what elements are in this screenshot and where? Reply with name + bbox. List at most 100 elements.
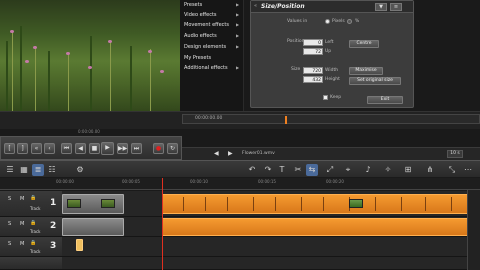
track-lane-3[interactable] — [62, 237, 480, 257]
percent-radio[interactable] — [347, 19, 352, 24]
grass-blade — [130, 46, 132, 111]
fast-forward-icon[interactable]: ▶▶ — [117, 143, 128, 154]
track-header-3[interactable]: S M 🔒 Track 3 — [0, 237, 62, 257]
menu-item-video-effects[interactable]: Video effects — [184, 12, 217, 18]
flower-stem — [35, 46, 36, 111]
menu-item-my-presets[interactable]: My Presets — [184, 55, 211, 61]
menu-item-presets[interactable]: Presets — [184, 2, 202, 8]
play-button[interactable]: ▶ — [101, 142, 114, 155]
audio-clip-selected[interactable] — [162, 218, 472, 236]
exit-button[interactable]: Exit — [367, 96, 403, 104]
top-input[interactable]: 72 — [303, 48, 323, 55]
dropdown-icon[interactable]: ▼ — [375, 3, 387, 11]
segment-divider — [227, 197, 228, 211]
menu-item-movement-effects[interactable]: Movement effects — [184, 22, 229, 28]
record-button[interactable]: ● — [153, 143, 164, 154]
effects-icon[interactable]: ✧ — [382, 164, 394, 176]
scrubber-bar[interactable] — [182, 114, 480, 124]
flower — [108, 40, 112, 43]
redo-icon[interactable]: ↷ — [262, 164, 274, 176]
text-icon[interactable]: T — [276, 164, 288, 176]
rewind-icon[interactable]: ◀ — [75, 143, 86, 154]
menu-item-audio-effects[interactable]: Audio effects — [184, 33, 217, 39]
mute-button[interactable]: M — [20, 241, 24, 247]
arrow-left-icon[interactable]: ◀ — [214, 150, 219, 157]
flower — [160, 70, 164, 73]
track-lane-2[interactable] — [62, 217, 480, 237]
audio-clip[interactable] — [62, 218, 124, 236]
video-clip[interactable] — [62, 194, 124, 214]
menu-item-design-elements[interactable]: Design elements — [184, 44, 226, 50]
settings-icon[interactable]: ⚙ — [74, 164, 86, 176]
track-header-2[interactable]: S M 🔒 Track 2 — [0, 217, 62, 237]
trim-icon[interactable]: ⤢ — [324, 164, 336, 176]
split-icon[interactable]: ⋔ — [424, 164, 436, 176]
track-lane-4[interactable] — [62, 257, 480, 270]
mute-button[interactable]: M — [20, 196, 24, 202]
scrubber-cursor[interactable] — [285, 116, 287, 124]
stop-icon[interactable]: ■ — [89, 143, 100, 154]
flower-stem — [150, 49, 151, 111]
video-preview[interactable] — [0, 0, 180, 111]
presets-menu: Presets ▶ Video effects ▶ Movement effec… — [180, 0, 244, 111]
height-input[interactable]: 432 — [303, 76, 323, 83]
grass-blade — [48, 51, 50, 111]
solo-button[interactable]: S — [8, 196, 11, 202]
tracks-icon[interactable]: ☰ — [4, 164, 16, 176]
video-clip-selected[interactable] — [162, 194, 472, 214]
skip-start-icon[interactable]: ⏮ — [61, 143, 72, 154]
storyboard-icon[interactable]: ▦ — [18, 164, 30, 176]
audio-icon[interactable]: ♪ — [362, 164, 374, 176]
prev-marker-icon[interactable]: « — [31, 143, 42, 154]
ruler-label: 00:00:10 — [190, 179, 208, 184]
left-input[interactable]: 0 — [303, 39, 323, 46]
out-point-icon[interactable]: ] — [17, 143, 28, 154]
pixels-radio[interactable] — [325, 19, 330, 24]
track-header-1[interactable]: S M 🔒 Track 1 — [0, 191, 62, 217]
ruler-label: 00:00:20 — [326, 179, 344, 184]
lock-icon[interactable]: 🔒 — [30, 240, 36, 246]
menu-icon[interactable]: ≡ — [390, 3, 402, 11]
in-point-icon[interactable]: [ — [4, 143, 15, 154]
more-icon[interactable]: ⋯ — [462, 164, 474, 176]
track-header-4[interactable] — [0, 257, 62, 270]
mouse-mode-icon[interactable]: ⇆ — [306, 164, 318, 176]
timeline-scrollbar[interactable] — [467, 190, 480, 270]
set-original-size-button[interactable]: Set original size — [349, 77, 401, 85]
expand-icon[interactable]: « — [254, 3, 257, 9]
title-clip[interactable] — [76, 239, 83, 251]
timecode-display: 0:00:00.00 — [78, 129, 100, 134]
track-number: 3 — [50, 241, 57, 251]
keep-checkbox[interactable] — [323, 95, 328, 100]
snap-icon[interactable]: ⊞ — [402, 164, 414, 176]
track-lane-1[interactable] — [62, 191, 480, 217]
lock-icon[interactable]: 🔒 — [30, 220, 36, 226]
flower — [33, 46, 37, 49]
cut-icon[interactable]: ✂ — [292, 164, 304, 176]
zoom-level[interactable]: 10 s — [447, 150, 463, 158]
centre-button[interactable]: Centre — [349, 40, 379, 48]
skip-back-icon[interactable]: ‹ — [44, 143, 55, 154]
timeline-view-icon[interactable]: ≣ — [32, 164, 44, 176]
playhead[interactable] — [162, 178, 163, 270]
project-name: Flower01.wmv — [242, 151, 275, 156]
list-view-icon[interactable]: ☷ — [46, 164, 58, 176]
segment-divider — [253, 197, 254, 211]
arrow-right-icon[interactable]: ▶ — [228, 150, 233, 157]
maximise-button[interactable]: Maximise — [349, 67, 383, 75]
expand-icon[interactable]: ⤡ — [446, 164, 458, 176]
solo-button[interactable]: S — [8, 221, 11, 227]
width-input[interactable]: 720 — [303, 67, 323, 74]
navigation-bar: ◀ ▶ Flower01.wmv — [182, 147, 480, 160]
solo-button[interactable]: S — [8, 241, 11, 247]
loop-icon[interactable]: ↻ — [167, 143, 178, 154]
mute-button[interactable]: M — [20, 221, 24, 227]
clip-thumbnail — [349, 199, 363, 208]
menu-item-additional-effects[interactable]: Additional effects — [184, 65, 228, 71]
track-number: 2 — [50, 221, 57, 231]
lock-icon[interactable]: 🔒 — [30, 195, 36, 201]
undo-icon[interactable]: ↶ — [246, 164, 258, 176]
ruler-label: 00:00:05 — [122, 179, 140, 184]
skip-end-icon[interactable]: ⏭ — [131, 143, 142, 154]
marker-icon[interactable]: ⌖ — [342, 164, 354, 176]
